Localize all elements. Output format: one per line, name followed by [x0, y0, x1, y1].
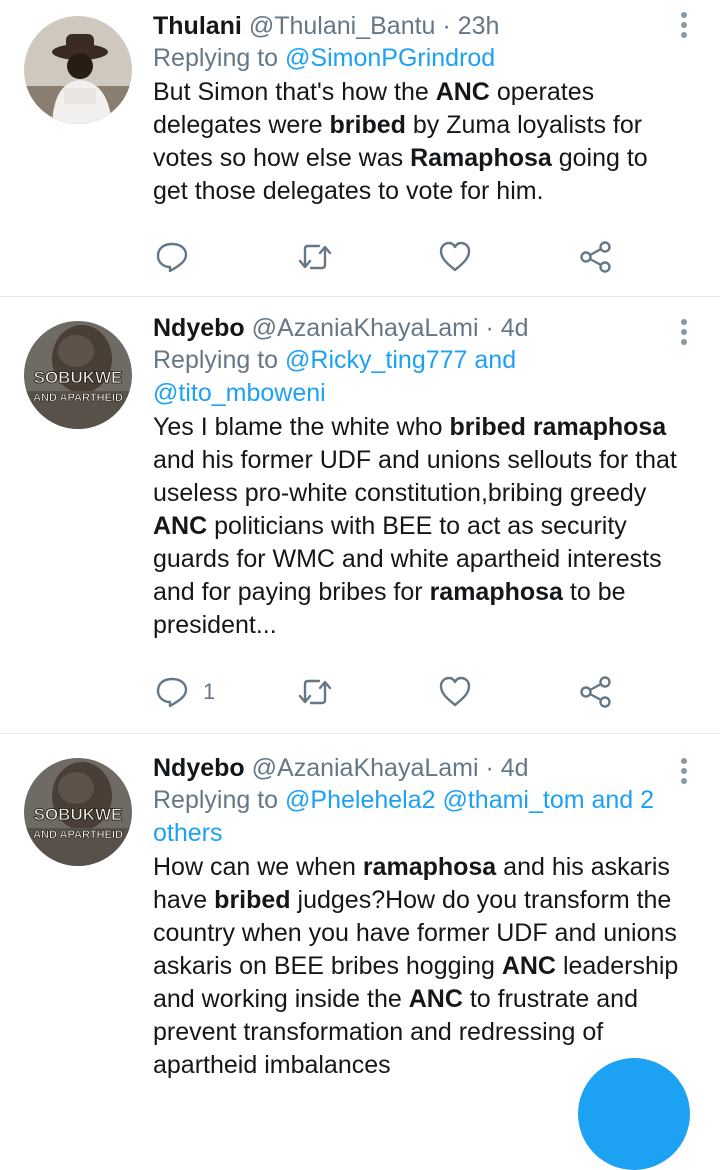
- avatar[interactable]: SOBUKWE AND APARTHEID: [24, 321, 132, 429]
- highlighted-keyword: ANC: [153, 512, 208, 540]
- highlighted-keyword: ANC: [435, 78, 490, 106]
- avatar-photo: SOBUKWE AND APARTHEID: [24, 758, 132, 866]
- highlighted-keyword: ANC: [501, 952, 556, 980]
- reply-mention-link[interactable]: @Phelehela2 @thami_tom and 2: [285, 786, 654, 814]
- tweet-header: Ndyebo @AzaniaKhayaLami · 4d: [153, 312, 680, 344]
- retweet-button[interactable]: [297, 672, 333, 712]
- highlighted-keyword: ramaphosa: [429, 578, 563, 606]
- tweet-text: How can we when ramaphosa and his askari…: [153, 851, 680, 1082]
- tweet-text-segment: How can we when: [153, 853, 363, 881]
- tweet-text-segment: Yes I blame the white who: [153, 413, 450, 441]
- like-button[interactable]: [438, 237, 472, 277]
- replying-to: Replying to @Phelehela2 @thami_tom and 2…: [153, 784, 680, 850]
- reply-icon: [156, 677, 188, 708]
- highlighted-keyword: bribed: [329, 111, 406, 139]
- more-icon[interactable]: [680, 319, 688, 349]
- more-icon[interactable]: [680, 12, 688, 42]
- replying-to: Replying to @SimonPGrindrod: [153, 42, 680, 75]
- reply-button[interactable]: 1: [155, 672, 215, 712]
- share-icon: [580, 241, 611, 273]
- share-button[interactable]: [579, 672, 613, 712]
- tweet-header: Thulani @Thulani_Bantu · 23h: [153, 10, 680, 42]
- replying-to-label: Replying to: [153, 786, 286, 814]
- reply-mention-link[interactable]: @tito_mboweni: [153, 379, 326, 407]
- share-button[interactable]: [579, 237, 613, 277]
- reply-button[interactable]: [155, 237, 203, 277]
- tweet[interactable]: SOBUKWE AND APARTHEID Ndyebo @AzaniaKhay…: [0, 297, 720, 734]
- tweet-text-segment: But Simon that's how the: [153, 78, 436, 106]
- highlighted-keyword: Ramaphosa: [410, 144, 552, 172]
- avatar-photo: [24, 16, 132, 124]
- reply-mention-link[interactable]: others: [153, 819, 222, 847]
- avatar-photo: SOBUKWE AND APARTHEID: [24, 321, 132, 429]
- separator: ·: [485, 754, 494, 782]
- tweet-time[interactable]: 4d: [501, 754, 529, 782]
- separator: ·: [485, 314, 494, 342]
- retweet-button[interactable]: [297, 237, 333, 277]
- tweet[interactable]: Thulani @Thulani_Bantu · 23h Replying to…: [0, 0, 720, 297]
- more-icon[interactable]: [680, 758, 688, 788]
- like-button[interactable]: [438, 672, 472, 712]
- avatar[interactable]: SOBUKWE AND APARTHEID: [24, 758, 132, 866]
- avatar-caption-2: AND APARTHEID: [33, 392, 123, 404]
- tweet-text-segment: and his former UDF and unions sellouts f…: [153, 446, 677, 507]
- reply-mention-link[interactable]: @SimonPGrindrod: [285, 44, 495, 72]
- author-name[interactable]: Thulani: [153, 12, 242, 40]
- author-handle[interactable]: @AzaniaKhayaLami: [252, 314, 479, 342]
- compose-tweet-button[interactable]: [578, 1058, 690, 1170]
- tweet-time[interactable]: 4d: [501, 314, 529, 342]
- author-handle[interactable]: @Thulani_Bantu: [249, 12, 436, 40]
- avatar-caption-2: AND APARTHEID: [33, 829, 123, 841]
- tweet[interactable]: SOBUKWE AND APARTHEID Ndyebo @AzaniaKhay…: [0, 734, 720, 1099]
- tweet-text: Yes I blame the white who bribed ramapho…: [153, 411, 680, 642]
- author-handle[interactable]: @AzaniaKhayaLami: [252, 754, 479, 782]
- tweet-header: Ndyebo @AzaniaKhayaLami · 4d: [153, 752, 680, 784]
- reply-count: 1: [203, 679, 216, 704]
- replying-to-label: Replying to: [153, 44, 286, 72]
- retweet-icon: [298, 679, 332, 705]
- avatar-caption-1: SOBUKWE: [34, 368, 123, 387]
- tweet-actions: 1: [153, 672, 623, 712]
- replying-to: Replying to @Ricky_ting777 and @tito_mbow…: [153, 344, 680, 410]
- share-icon: [580, 676, 611, 708]
- tweet-time[interactable]: 23h: [458, 12, 500, 40]
- highlighted-keyword: ANC: [408, 985, 463, 1013]
- highlighted-keyword: bribed ramaphosa: [449, 413, 667, 441]
- separator: ·: [442, 12, 451, 40]
- author-name[interactable]: Ndyebo: [153, 314, 245, 342]
- tweet-actions: [153, 237, 623, 277]
- highlighted-keyword: bribed: [214, 886, 291, 914]
- retweet-icon: [298, 244, 332, 270]
- replying-to-label: Replying to: [153, 346, 286, 374]
- reply-icon: [156, 242, 188, 273]
- avatar[interactable]: [24, 16, 132, 124]
- reply-mention-link[interactable]: @Ricky_ting777 and: [285, 346, 516, 374]
- tweet-text: But Simon that's how the ANC operates de…: [153, 76, 680, 208]
- like-icon: [439, 241, 471, 272]
- avatar-caption-1: SOBUKWE: [34, 805, 123, 824]
- like-icon: [439, 676, 471, 707]
- author-name[interactable]: Ndyebo: [153, 754, 245, 782]
- highlighted-keyword: ramaphosa: [362, 853, 497, 881]
